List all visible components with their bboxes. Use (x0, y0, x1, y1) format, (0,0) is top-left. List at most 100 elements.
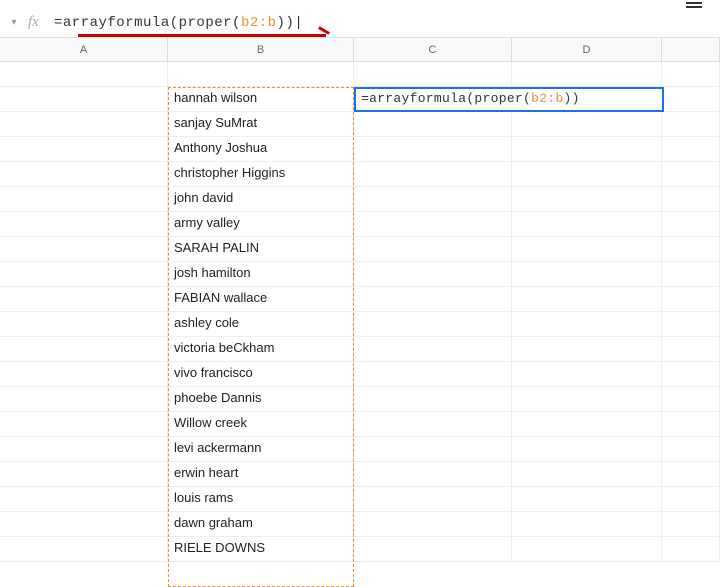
cell[interactable] (512, 212, 662, 236)
cell[interactable] (512, 537, 662, 561)
cell[interactable] (0, 262, 168, 286)
cell[interactable] (512, 187, 662, 211)
cell[interactable] (0, 387, 168, 411)
cell[interactable] (354, 412, 512, 436)
cell[interactable] (662, 137, 720, 161)
cell[interactable] (512, 162, 662, 186)
cell[interactable] (354, 62, 512, 86)
cell[interactable]: erwin heart (168, 462, 354, 486)
cell[interactable] (662, 87, 720, 111)
cell[interactable] (0, 537, 168, 561)
cell[interactable]: louis rams (168, 487, 354, 511)
formula-input[interactable]: =arrayformula(proper(b2:b))| (50, 13, 712, 33)
cell[interactable] (512, 337, 662, 361)
cell[interactable]: josh hamilton (168, 262, 354, 286)
cell[interactable] (0, 287, 168, 311)
cell[interactable] (0, 112, 168, 136)
cell[interactable]: RIELE DOWNS (168, 537, 354, 561)
cell[interactable] (354, 537, 512, 561)
cell[interactable] (662, 312, 720, 336)
cell[interactable] (662, 537, 720, 561)
col-header-c[interactable]: C (354, 38, 512, 61)
cell[interactable] (662, 487, 720, 511)
cell[interactable] (354, 112, 512, 136)
cell[interactable] (354, 287, 512, 311)
namebox-dropdown-icon[interactable]: ▾ (8, 17, 20, 28)
cell[interactable] (354, 312, 512, 336)
cell[interactable] (662, 262, 720, 286)
cell[interactable] (662, 162, 720, 186)
cell[interactable] (512, 412, 662, 436)
cell[interactable]: FABIAN wallace (168, 287, 354, 311)
cell[interactable] (512, 312, 662, 336)
cell[interactable]: SARAH PALIN (168, 237, 354, 261)
cell[interactable] (354, 262, 512, 286)
cell[interactable] (512, 362, 662, 386)
cell[interactable] (512, 462, 662, 486)
cell[interactable] (662, 287, 720, 311)
cell[interactable] (0, 437, 168, 461)
cell[interactable] (0, 512, 168, 536)
cell[interactable] (512, 137, 662, 161)
cell[interactable]: dawn graham (168, 512, 354, 536)
cell[interactable]: john david (168, 187, 354, 211)
cell[interactable]: levi ackermann (168, 437, 354, 461)
cell[interactable] (0, 137, 168, 161)
cell[interactable] (512, 512, 662, 536)
col-header-d[interactable]: D (512, 38, 662, 61)
cell[interactable] (0, 487, 168, 511)
cell[interactable] (0, 362, 168, 386)
cell[interactable] (0, 337, 168, 361)
cell[interactable] (512, 262, 662, 286)
cell[interactable] (662, 337, 720, 361)
cell[interactable] (0, 462, 168, 486)
cell[interactable]: sanjay SuMrat (168, 112, 354, 136)
cell[interactable] (0, 412, 168, 436)
cell[interactable]: ashley cole (168, 312, 354, 336)
cell[interactable] (0, 87, 168, 111)
cell[interactable] (0, 312, 168, 336)
cell[interactable]: hannah wilson (168, 87, 354, 111)
cell[interactable] (0, 237, 168, 261)
cell[interactable]: victoria beCkham (168, 337, 354, 361)
cell[interactable] (662, 412, 720, 436)
cell[interactable] (354, 362, 512, 386)
cell[interactable] (662, 437, 720, 461)
cell[interactable] (662, 112, 720, 136)
cell[interactable] (662, 512, 720, 536)
cell[interactable] (354, 137, 512, 161)
col-header-b[interactable]: B (168, 38, 354, 61)
cell[interactable] (662, 362, 720, 386)
cell[interactable] (512, 387, 662, 411)
cell[interactable] (168, 62, 354, 86)
cell[interactable]: Willow creek (168, 412, 354, 436)
cell[interactable] (354, 187, 512, 211)
cell[interactable] (354, 462, 512, 486)
col-header-e[interactable] (662, 38, 720, 61)
cell[interactable] (512, 437, 662, 461)
cell[interactable] (662, 387, 720, 411)
col-header-a[interactable]: A (0, 38, 168, 61)
cell[interactable] (512, 287, 662, 311)
cell[interactable] (0, 162, 168, 186)
cell[interactable] (662, 462, 720, 486)
cell[interactable] (512, 112, 662, 136)
cell[interactable] (354, 337, 512, 361)
cell[interactable] (354, 387, 512, 411)
cell[interactable] (354, 212, 512, 236)
cell[interactable] (512, 487, 662, 511)
cell[interactable] (0, 212, 168, 236)
cell[interactable] (354, 162, 512, 186)
cell[interactable]: Anthony Joshua (168, 137, 354, 161)
cell[interactable]: christopher Higgins (168, 162, 354, 186)
cell[interactable] (512, 237, 662, 261)
cell[interactable]: phoebe Dannis (168, 387, 354, 411)
cell[interactable] (662, 187, 720, 211)
cell[interactable] (354, 487, 512, 511)
cell[interactable]: army valley (168, 212, 354, 236)
cell[interactable] (0, 187, 168, 211)
cell[interactable]: vivo francisco (168, 362, 354, 386)
cell[interactable] (354, 237, 512, 261)
cell[interactable] (662, 212, 720, 236)
cell[interactable] (354, 437, 512, 461)
